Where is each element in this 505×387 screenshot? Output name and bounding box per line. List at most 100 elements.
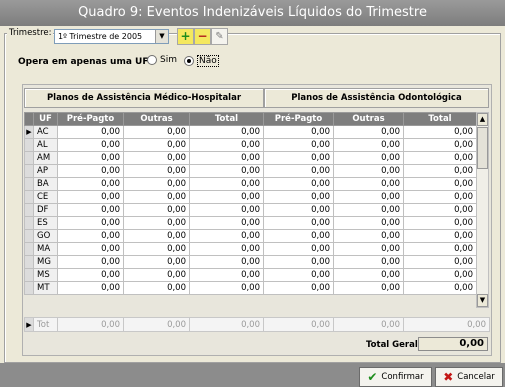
radio-nao-label[interactable]: Não <box>197 55 219 67</box>
value-cell[interactable]: 0,00 <box>57 281 124 295</box>
uf-cell[interactable]: AL <box>33 138 58 152</box>
table-row[interactable]: MS 0,00 0,00 0,00 0,00 0,00 0,00 <box>24 268 477 282</box>
value-cell[interactable]: 0,00 <box>57 216 124 230</box>
uf-cell[interactable]: ES <box>33 216 58 230</box>
value-cell[interactable]: 0,00 <box>403 190 477 204</box>
table-row[interactable]: CE 0,00 0,00 0,00 0,00 0,00 0,00 <box>24 190 477 204</box>
row-indicator[interactable] <box>24 138 34 152</box>
value-cell[interactable]: 0,00 <box>333 216 404 230</box>
value-cell[interactable]: 0,00 <box>263 242 334 256</box>
vertical-scrollbar[interactable]: ▲ ▼ <box>476 112 489 308</box>
scroll-down-icon[interactable]: ▼ <box>477 294 488 307</box>
column-header[interactable]: Total <box>403 112 477 126</box>
value-cell[interactable]: 0,00 <box>333 138 404 152</box>
value-cell[interactable]: 0,00 <box>263 151 334 165</box>
value-cell[interactable]: 0,00 <box>263 203 334 217</box>
value-cell[interactable]: 0,00 <box>333 268 404 282</box>
column-header[interactable]: Outras <box>333 112 404 126</box>
row-indicator[interactable] <box>24 229 34 243</box>
column-header[interactable]: Total <box>189 112 264 126</box>
cancel-button[interactable]: ✖ Cancelar <box>435 367 503 387</box>
current-row-icon[interactable]: ▶ <box>24 125 34 139</box>
value-cell[interactable]: 0,00 <box>57 229 124 243</box>
uf-cell[interactable]: AP <box>33 164 58 178</box>
table-row[interactable]: GO 0,00 0,00 0,00 0,00 0,00 0,00 <box>24 229 477 243</box>
value-cell[interactable]: 0,00 <box>403 229 477 243</box>
value-cell[interactable]: 0,00 <box>403 138 477 152</box>
value-cell[interactable]: 0,00 <box>403 216 477 230</box>
value-cell[interactable]: 0,00 <box>403 203 477 217</box>
value-cell[interactable]: 0,00 <box>403 164 477 178</box>
table-row[interactable]: ▶ AC 0,00 0,00 0,00 0,00 0,00 0,00 <box>24 125 477 139</box>
table-row[interactable]: AP 0,00 0,00 0,00 0,00 0,00 0,00 <box>24 164 477 178</box>
value-cell[interactable]: 0,00 <box>263 177 334 191</box>
value-cell[interactable]: 0,00 <box>57 125 124 139</box>
value-cell[interactable]: 0,00 <box>403 242 477 256</box>
value-cell[interactable]: 0,00 <box>333 255 404 269</box>
confirm-button[interactable]: ✔ Confirmar <box>359 367 432 387</box>
value-cell[interactable]: 0,00 <box>123 229 190 243</box>
value-cell[interactable]: 0,00 <box>57 242 124 256</box>
value-cell[interactable]: 0,00 <box>403 151 477 165</box>
trimestre-select[interactable]: 1º Trimestre de 2005 ▼ <box>54 29 169 44</box>
row-indicator[interactable] <box>24 216 34 230</box>
value-cell[interactable]: 0,00 <box>333 203 404 217</box>
uf-cell[interactable]: GO <box>33 229 58 243</box>
value-cell[interactable]: 0,00 <box>263 125 334 139</box>
uf-cell[interactable]: DF <box>33 203 58 217</box>
value-cell[interactable]: 0,00 <box>263 229 334 243</box>
value-cell[interactable]: 0,00 <box>123 190 190 204</box>
table-row[interactable]: MT 0,00 0,00 0,00 0,00 0,00 0,00 <box>24 281 477 295</box>
value-cell[interactable]: 0,00 <box>123 177 190 191</box>
value-cell[interactable]: 0,00 <box>263 281 334 295</box>
table-row[interactable]: MG 0,00 0,00 0,00 0,00 0,00 0,00 <box>24 255 477 269</box>
value-cell[interactable]: 0,00 <box>333 190 404 204</box>
value-cell[interactable]: 0,00 <box>189 190 264 204</box>
value-cell[interactable]: 0,00 <box>189 125 264 139</box>
value-cell[interactable]: 0,00 <box>189 255 264 269</box>
value-cell[interactable]: 0,00 <box>263 216 334 230</box>
radio-sim-label[interactable]: Sim <box>160 55 177 65</box>
value-cell[interactable]: 0,00 <box>123 242 190 256</box>
table-row[interactable]: AL 0,00 0,00 0,00 0,00 0,00 0,00 <box>24 138 477 152</box>
value-cell[interactable]: 0,00 <box>403 177 477 191</box>
column-header[interactable]: Pré-Pagto <box>263 112 334 126</box>
uf-cell[interactable]: MA <box>33 242 58 256</box>
column-header[interactable]: Pré-Pagto <box>57 112 124 126</box>
value-cell[interactable]: 0,00 <box>57 177 124 191</box>
table-row[interactable]: BA 0,00 0,00 0,00 0,00 0,00 0,00 <box>24 177 477 191</box>
table-row[interactable]: ES 0,00 0,00 0,00 0,00 0,00 0,00 <box>24 216 477 230</box>
value-cell[interactable]: 0,00 <box>57 138 124 152</box>
value-cell[interactable]: 0,00 <box>333 164 404 178</box>
scroll-thumb[interactable] <box>477 127 488 169</box>
value-cell[interactable]: 0,00 <box>263 138 334 152</box>
value-cell[interactable]: 0,00 <box>333 125 404 139</box>
add-button[interactable]: + <box>177 28 194 45</box>
value-cell[interactable]: 0,00 <box>189 151 264 165</box>
value-cell[interactable]: 0,00 <box>123 255 190 269</box>
value-cell[interactable]: 0,00 <box>123 138 190 152</box>
value-cell[interactable]: 0,00 <box>189 268 264 282</box>
value-cell[interactable]: 0,00 <box>189 242 264 256</box>
table-row[interactable]: DF 0,00 0,00 0,00 0,00 0,00 0,00 <box>24 203 477 217</box>
radio-nao[interactable]: Não <box>184 55 219 67</box>
value-cell[interactable]: 0,00 <box>123 203 190 217</box>
edit-button[interactable]: ✎ <box>211 28 228 45</box>
radio-nao-circle[interactable] <box>184 56 194 66</box>
column-header[interactable]: Outras <box>123 112 190 126</box>
value-cell[interactable]: 0,00 <box>123 281 190 295</box>
value-cell[interactable]: 0,00 <box>189 164 264 178</box>
scroll-up-icon[interactable]: ▲ <box>477 113 488 126</box>
uf-cell[interactable]: BA <box>33 177 58 191</box>
value-cell[interactable]: 0,00 <box>263 190 334 204</box>
radio-sim-circle[interactable] <box>147 55 157 65</box>
uf-cell[interactable]: AM <box>33 151 58 165</box>
value-cell[interactable]: 0,00 <box>189 177 264 191</box>
value-cell[interactable]: 0,00 <box>333 242 404 256</box>
value-cell[interactable]: 0,00 <box>403 268 477 282</box>
value-cell[interactable]: 0,00 <box>57 268 124 282</box>
row-indicator[interactable] <box>24 242 34 256</box>
row-indicator[interactable] <box>24 190 34 204</box>
value-cell[interactable]: 0,00 <box>333 229 404 243</box>
chevron-down-icon[interactable]: ▼ <box>155 30 168 43</box>
